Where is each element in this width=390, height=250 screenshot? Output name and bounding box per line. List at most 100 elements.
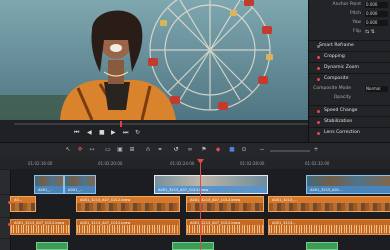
clip-thumbnail <box>65 176 95 186</box>
audio-waveform <box>11 225 69 233</box>
anchor-point-field[interactable]: 0.000 <box>365 2 388 8</box>
smart-reframe-label: Smart Reframe <box>319 43 354 48</box>
clip-name: A0... <box>14 198 23 202</box>
play-icon[interactable]: ▶ <box>111 129 116 137</box>
track-header-a2[interactable] <box>0 239 11 250</box>
clip-name: A001_3213_... <box>272 198 298 202</box>
zoom-slider[interactable] <box>270 150 310 152</box>
smart-reframe-section[interactable]: Smart Reframe <box>309 40 390 51</box>
clip-thumbnail <box>35 176 63 186</box>
zoom-out-icon[interactable]: − <box>258 146 266 154</box>
toggle-icon[interactable] <box>317 77 320 81</box>
linked-selection-icon[interactable]: ⚭ <box>156 146 164 154</box>
section-dynamic-zoom[interactable]: Dynamic Zoom <box>309 62 390 73</box>
selection-tool-icon[interactable]: ↖ <box>64 146 72 154</box>
clip-name: A001_3215_A01... <box>310 188 343 192</box>
section-stabilization[interactable]: Stabilization <box>309 116 390 127</box>
clip-name: A001_... <box>68 188 83 192</box>
video-clip[interactable]: A001_3213_A07_C012.braw <box>186 196 264 212</box>
zoom-in-icon[interactable]: + <box>312 146 320 154</box>
timeline-playhead[interactable] <box>197 159 204 250</box>
viewer-playhead[interactable] <box>120 121 122 127</box>
clip-name: A001_3213_A07_C012.braw <box>80 198 131 202</box>
video-clip[interactable]: A001_... <box>64 175 96 194</box>
toggle-icon[interactable] <box>317 120 320 124</box>
audio-waveform <box>77 225 179 233</box>
video-clip-selected[interactable]: A001_3213_A07_C012.braw <box>154 175 268 194</box>
inspector-row-flip: Flip ⇆ ⇅ <box>309 27 390 37</box>
composite-mode-dropdown[interactable]: Normal <box>365 86 388 92</box>
section-label: Stabilization <box>324 119 353 124</box>
flip-buttons[interactable]: ⇆ ⇅ <box>365 29 375 35</box>
yaw-field[interactable]: 0.000 <box>365 20 388 26</box>
ruler-tick-label: 01:02:28:00 <box>240 161 265 166</box>
clip-name: A001_... <box>38 188 53 192</box>
link-icon[interactable]: ∞ <box>186 146 194 154</box>
snapping-icon[interactable]: ∩ <box>144 146 152 154</box>
inspector-panel: Anchor Point 0.000 Pitch 0.000 Yaw 0.000… <box>308 0 390 142</box>
viewer-scrubber[interactable] <box>14 121 308 127</box>
ruler-tick-label: 01:02:16:00 <box>28 161 53 166</box>
go-to-start-icon[interactable]: ⏮ <box>74 129 79 137</box>
section-composite[interactable]: Composite <box>309 73 390 84</box>
dynamic-trim-icon[interactable]: ⇿ <box>88 146 96 154</box>
audio-clip-green[interactable] <box>172 242 214 250</box>
razor-icon[interactable]: ↺ <box>172 146 180 154</box>
go-to-end-icon[interactable]: ⏭ <box>123 129 128 137</box>
trim-tool-icon[interactable]: ✥ <box>76 146 84 154</box>
section-cropping[interactable]: Cropping <box>309 51 390 62</box>
marker-icon[interactable]: ◆ <box>214 146 222 154</box>
track-marker-icon <box>8 201 11 204</box>
loop-icon[interactable]: ↻ <box>135 129 140 137</box>
play-reverse-icon[interactable]: ◀ <box>87 129 92 137</box>
toggle-icon[interactable] <box>317 109 320 113</box>
ruler-tick-label: 01:02:24:00 <box>170 161 195 166</box>
ruler-tick-label: 01:02:20:00 <box>98 161 123 166</box>
clip-name: A001_3213_A07_C012.braw <box>190 198 241 202</box>
timeline-toolbar: ↖ ✥ ⇿ ▭ ▣ ⊞ ∩ ⚭ ↺ ∞ ⚑ ◆ ■ ⊙ − + <box>0 142 390 160</box>
audio-clip-green[interactable] <box>36 242 68 250</box>
ruler-tick-label: 01:02:32:00 <box>305 161 330 166</box>
video-clip[interactable]: A001_3213_... <box>268 196 390 212</box>
audio-clip[interactable]: A001_3213_A07_C012.braw <box>10 219 70 235</box>
track-header-v2[interactable] <box>0 170 11 194</box>
clip-thumbnail <box>187 203 263 211</box>
section-lens-correction[interactable]: Lens Correction <box>309 127 390 138</box>
timeline[interactable]: 01:02:16:00 01:02:20:00 01:02:24:00 01:0… <box>0 159 390 250</box>
audio-waveform <box>187 225 263 233</box>
video-clip[interactable]: A001_3215_A01... <box>306 175 390 194</box>
zoom-icon[interactable]: ⊙ <box>240 146 248 154</box>
section-speed-change[interactable]: Speed Change <box>309 105 390 116</box>
clip-thumbnail <box>11 203 35 211</box>
clip-thumbnail <box>77 203 179 211</box>
track-marker-icon <box>8 223 11 226</box>
viewer-frame-image <box>0 0 308 120</box>
toggle-icon[interactable] <box>317 131 320 135</box>
toggle-icon[interactable] <box>317 66 320 70</box>
overwrite-clip-icon[interactable]: ▣ <box>116 146 124 154</box>
flag-icon[interactable]: ⚑ <box>200 146 208 154</box>
video-clip[interactable]: A0... <box>10 196 36 212</box>
audio-clip-green[interactable] <box>306 242 338 250</box>
clip-thumbnail <box>307 176 390 186</box>
pitch-field[interactable]: 0.000 <box>365 11 388 17</box>
opacity-row: Opacity <box>309 93 390 103</box>
flag-color-icon[interactable]: ■ <box>228 146 236 154</box>
toggle-icon[interactable] <box>317 55 320 59</box>
section-label: Lens Correction <box>324 130 360 135</box>
clip-thumbnail <box>155 176 267 186</box>
section-label: Cropping <box>324 54 345 59</box>
replace-clip-icon[interactable]: ⊞ <box>128 146 136 154</box>
video-viewer[interactable] <box>0 0 308 120</box>
audio-clip[interactable]: A001_3213_A07_C012.braw <box>76 219 180 235</box>
timecode-ruler[interactable]: 01:02:16:00 01:02:20:00 01:02:24:00 01:0… <box>0 159 390 169</box>
video-clip[interactable]: A001_3213_A07_C012.braw <box>76 196 180 212</box>
stop-icon[interactable]: ■ <box>99 129 105 137</box>
opacity-label: Opacity <box>333 95 351 100</box>
audio-clip[interactable]: A001_3213... <box>268 219 390 235</box>
section-label: Speed Change <box>324 108 358 113</box>
video-clip[interactable]: A001_... <box>34 175 64 194</box>
clip-thumbnail <box>269 203 390 211</box>
insert-clip-icon[interactable]: ▭ <box>104 146 112 154</box>
audio-clip[interactable]: A001_3213_A07_C012.braw <box>186 219 264 235</box>
